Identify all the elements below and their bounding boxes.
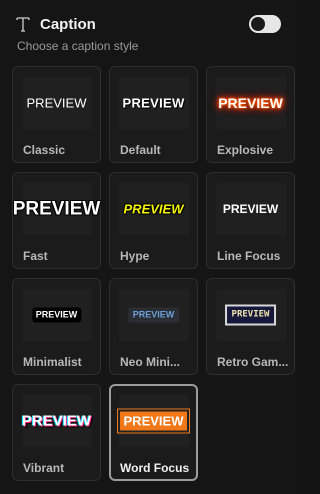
preview-text: PREVIEW bbox=[218, 95, 283, 111]
toggle-knob bbox=[251, 17, 265, 31]
style-label: Classic bbox=[23, 143, 66, 157]
style-card-fast[interactable]: PREVIEW Fast bbox=[12, 172, 101, 269]
caption-panel: Caption Choose a caption style PREVIEW C… bbox=[0, 0, 301, 494]
preview-text: PREVIEW bbox=[122, 95, 185, 111]
style-card-explosive[interactable]: PREVIEW Explosive bbox=[206, 66, 295, 163]
preview-text: PREVIEW bbox=[31, 307, 82, 323]
style-card-retro-gaming[interactable]: PREVIEW Retro Gam... bbox=[206, 278, 295, 375]
caption-subtitle: Choose a caption style bbox=[17, 39, 139, 53]
caption-toggle[interactable] bbox=[249, 15, 281, 33]
caption-header: Caption bbox=[16, 13, 291, 35]
preview-text: PREVIEW bbox=[222, 202, 279, 216]
preview-text: PREVIEW bbox=[123, 201, 184, 217]
style-label: Explosive bbox=[217, 143, 274, 157]
style-label: Hype bbox=[120, 249, 150, 263]
text-icon bbox=[16, 16, 30, 32]
style-card-neo-minimal[interactable]: PREVIEW Neo Mini... bbox=[109, 278, 198, 375]
preview-text: PREVIEW bbox=[127, 307, 180, 323]
style-card-hype[interactable]: PREVIEW Hype bbox=[109, 172, 198, 269]
preview-text: PREVIEW bbox=[26, 95, 87, 111]
style-card-line-focus[interactable]: PREVIEW Line Focus bbox=[206, 172, 295, 269]
style-card-default[interactable]: PREVIEW Default bbox=[109, 66, 198, 163]
style-label: Neo Mini... bbox=[120, 355, 180, 369]
style-card-classic[interactable]: PREVIEW Classic bbox=[12, 66, 101, 163]
preview-text: PREVIEW bbox=[117, 409, 190, 433]
style-label: Default bbox=[120, 143, 161, 157]
style-label: Word Focus bbox=[120, 461, 190, 475]
style-label: Minimalist bbox=[23, 355, 82, 369]
caption-title: Caption bbox=[40, 15, 96, 33]
style-label: Vibrant bbox=[23, 461, 65, 475]
preview-text: PREVIEW bbox=[21, 412, 92, 430]
style-card-minimalist[interactable]: PREVIEW Minimalist bbox=[12, 278, 101, 375]
style-card-word-focus[interactable]: PREVIEW Word Focus bbox=[109, 384, 198, 481]
style-label: Fast bbox=[23, 249, 48, 263]
preview-text: PREVIEW bbox=[12, 198, 101, 220]
style-label: Line Focus bbox=[217, 249, 281, 263]
style-card-vibrant[interactable]: PREVIEW Vibrant bbox=[12, 384, 101, 481]
style-label: Retro Gam... bbox=[217, 355, 289, 369]
preview-text: PREVIEW bbox=[224, 304, 277, 326]
